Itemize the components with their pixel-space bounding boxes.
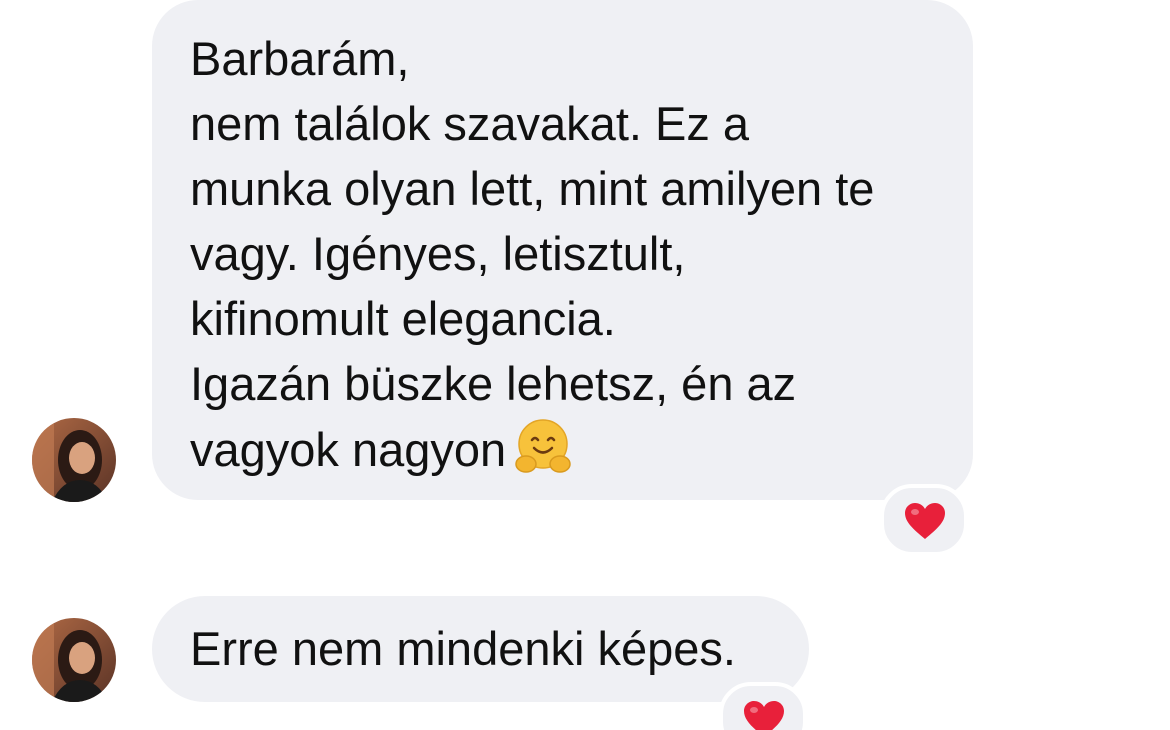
- message-line: Barbarám,: [190, 32, 410, 85]
- message-line: Igazán büszke lehetsz, én az: [190, 357, 797, 410]
- message-bubble[interactable]: Barbarám, nem találok szavakat. Ez a mun…: [152, 0, 973, 500]
- sender-avatar[interactable]: [32, 418, 116, 502]
- message-line: kifinomult elegancia.: [190, 292, 616, 345]
- message-line-last: vagyok nagyon: [190, 416, 935, 482]
- chat-thread: Barbarám, nem találok szavakat. Ez a mun…: [0, 0, 1170, 730]
- message-line: munka olyan lett, mint amilyen te: [190, 162, 875, 215]
- message-line: vagy. Igényes, letisztult,: [190, 227, 686, 280]
- heart-icon: [905, 503, 945, 539]
- reaction-badge[interactable]: [719, 682, 807, 730]
- message-text: Erre nem mindenki képes.: [190, 622, 736, 675]
- message-line-text: vagyok nagyon: [190, 423, 507, 476]
- message-bubble[interactable]: Erre nem mindenki képes.: [152, 596, 809, 702]
- hugging-face-emoji: [515, 419, 571, 473]
- reaction-badge[interactable]: [880, 484, 968, 556]
- message-line: nem találok szavakat. Ez a: [190, 97, 750, 150]
- heart-icon: [744, 701, 784, 730]
- sender-avatar[interactable]: [32, 618, 116, 702]
